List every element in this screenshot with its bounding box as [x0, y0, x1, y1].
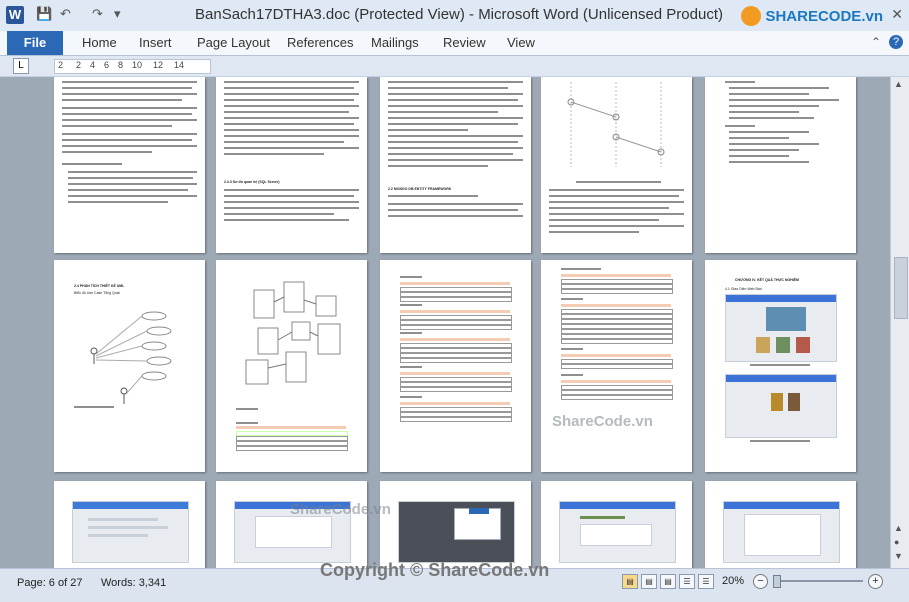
scroll-up-icon[interactable]: ▲ [894, 79, 903, 89]
page-thumbnail[interactable] [380, 481, 531, 568]
sharecode-logo-text: SHARECODE.vn [765, 7, 883, 25]
page-thumbnail[interactable] [541, 260, 692, 472]
page-thumbnail[interactable]: CHƯƠNG IV. KẾT QUẢ THỰC NGHIỆM 4.1 Giao … [705, 260, 856, 472]
customize-qat-icon[interactable]: ▾ [114, 6, 121, 22]
tab-review[interactable]: Review [443, 35, 486, 50]
undo-icon[interactable]: ↶ [60, 6, 71, 22]
title-bar: W 💾 ↶ ↷ ▾ BanSach17DTHA3.doc (Protected … [0, 0, 909, 32]
page-thumbnail[interactable]: 2.2 MONGO DB ENTITY FRAMEWORK [380, 77, 531, 253]
page-heading: 2.3.3 Sơ đồ quan hệ (SQL Server) [224, 180, 280, 184]
zoom-in-button[interactable]: + [868, 574, 883, 589]
er-diagram-thumb [245, 281, 341, 385]
window-title: BanSach17DTHA3.doc (Protected View) - Mi… [195, 6, 723, 23]
web-screenshot-thumb [398, 501, 515, 563]
web-screenshot-thumb [725, 294, 837, 362]
vertical-scrollbar[interactable]: ▲ ▲ ● ▼ [890, 77, 909, 568]
web-layout-icon[interactable]: ▤ [660, 574, 676, 589]
watermark-middle: ShareCode.vn [552, 413, 653, 430]
tab-references[interactable]: References [287, 35, 353, 50]
watermark-middle: ShareCode.vn [290, 501, 391, 518]
web-screenshot-thumb [559, 501, 676, 563]
ruler-bar: L 2 2 4 6 8 10 12 14 [0, 56, 909, 77]
help-icon[interactable]: ? [889, 35, 903, 49]
page-thumbnail[interactable]: 2.3.3 Sơ đồ quan hệ (SQL Server) [216, 77, 367, 253]
word-count[interactable]: Words: 3,341 [101, 577, 166, 589]
ruler-label: 4 [90, 60, 96, 70]
tab-mailings[interactable]: Mailings [371, 35, 419, 50]
sequence-diagram-thumb [567, 82, 665, 167]
ribbon-tabs: File Home Insert Page Layout References … [0, 31, 909, 56]
save-icon[interactable]: 💾 [36, 6, 52, 22]
page-heading: 2.2 MONGO DB ENTITY FRAMEWORK [388, 187, 452, 191]
page-count[interactable]: Page: 6 of 27 [17, 577, 82, 589]
draft-icon[interactable]: ☰ [698, 574, 714, 589]
print-layout-icon[interactable]: ▤ [622, 574, 638, 589]
zoom-slider[interactable] [773, 580, 863, 582]
ruler-label: 2 [76, 60, 82, 70]
page-thumbnail[interactable] [216, 260, 367, 472]
page-thumbnail[interactable]: 2.4 PHÂN TÍCH THIẾT KẾ UML Biểu đồ Use C… [54, 260, 205, 472]
web-screenshot-thumb [725, 374, 837, 438]
page-thumbnail[interactable] [705, 481, 856, 568]
next-page-icon[interactable]: ▼ [894, 551, 903, 561]
ruler-label: 8 [118, 60, 124, 70]
page-heading: 2.4 PHÂN TÍCH THIẾT KẾ UML [74, 284, 125, 288]
page-thumbnail[interactable] [216, 481, 367, 568]
web-screenshot-thumb [723, 501, 840, 563]
horizontal-ruler[interactable]: 2 2 4 6 8 10 12 14 [54, 59, 211, 74]
word-app-icon[interactable]: W [6, 6, 24, 24]
ruler-label: 6 [104, 60, 110, 70]
close-window-icon[interactable]: ✕ [891, 6, 903, 23]
previous-page-icon[interactable]: ▲ [894, 523, 903, 533]
sharecode-logo: SHARECODE.vn [741, 5, 883, 27]
page-thumbnail[interactable] [541, 77, 692, 253]
page-thumbnail[interactable] [705, 77, 856, 253]
tab-view[interactable]: View [507, 35, 535, 50]
tab-file[interactable]: File [7, 31, 63, 55]
document-area[interactable]: 2.3.3 Sơ đồ quan hệ (SQL Server) 2.2 MON… [0, 77, 890, 568]
copyright-watermark: Copyright © ShareCode.vn [320, 560, 550, 580]
scrollbar-thumb[interactable] [894, 257, 908, 319]
ruler-label: 12 [153, 60, 164, 70]
page-thumbnail[interactable] [380, 260, 531, 472]
full-screen-reading-icon[interactable]: ▤ [641, 574, 657, 589]
ruler-label: 10 [132, 60, 143, 70]
use-case-diagram-thumb [90, 311, 172, 404]
zoom-level[interactable]: 20% [722, 575, 744, 587]
tab-selector[interactable]: L [13, 58, 29, 74]
zoom-slider-handle[interactable] [773, 575, 781, 588]
select-browse-object-icon[interactable]: ● [894, 537, 899, 547]
redo-icon[interactable]: ↷ [92, 6, 103, 22]
page-thumbnail[interactable] [541, 481, 692, 568]
ruler-label: 14 [174, 60, 185, 70]
zoom-out-button[interactable]: − [753, 574, 768, 589]
page-thumbnail[interactable] [54, 77, 205, 253]
sharecode-logo-icon [741, 6, 762, 26]
page-subheading: 4.1 Giao Diện Web Bán [725, 287, 762, 291]
tab-home[interactable]: Home [82, 35, 117, 50]
minimize-ribbon-icon[interactable]: ⌃ [871, 35, 881, 49]
tab-insert[interactable]: Insert [139, 35, 172, 50]
ruler-label: 2 [58, 60, 64, 70]
outline-icon[interactable]: ☰ [679, 574, 695, 589]
page-subheading: Biểu đồ Use Case Tổng Quát [74, 291, 120, 295]
tab-page-layout[interactable]: Page Layout [197, 35, 270, 50]
page-heading: CHƯƠNG IV. KẾT QUẢ THỰC NGHIỆM [735, 278, 799, 282]
page-thumbnail[interactable] [54, 481, 205, 568]
web-screenshot-thumb [72, 501, 189, 563]
